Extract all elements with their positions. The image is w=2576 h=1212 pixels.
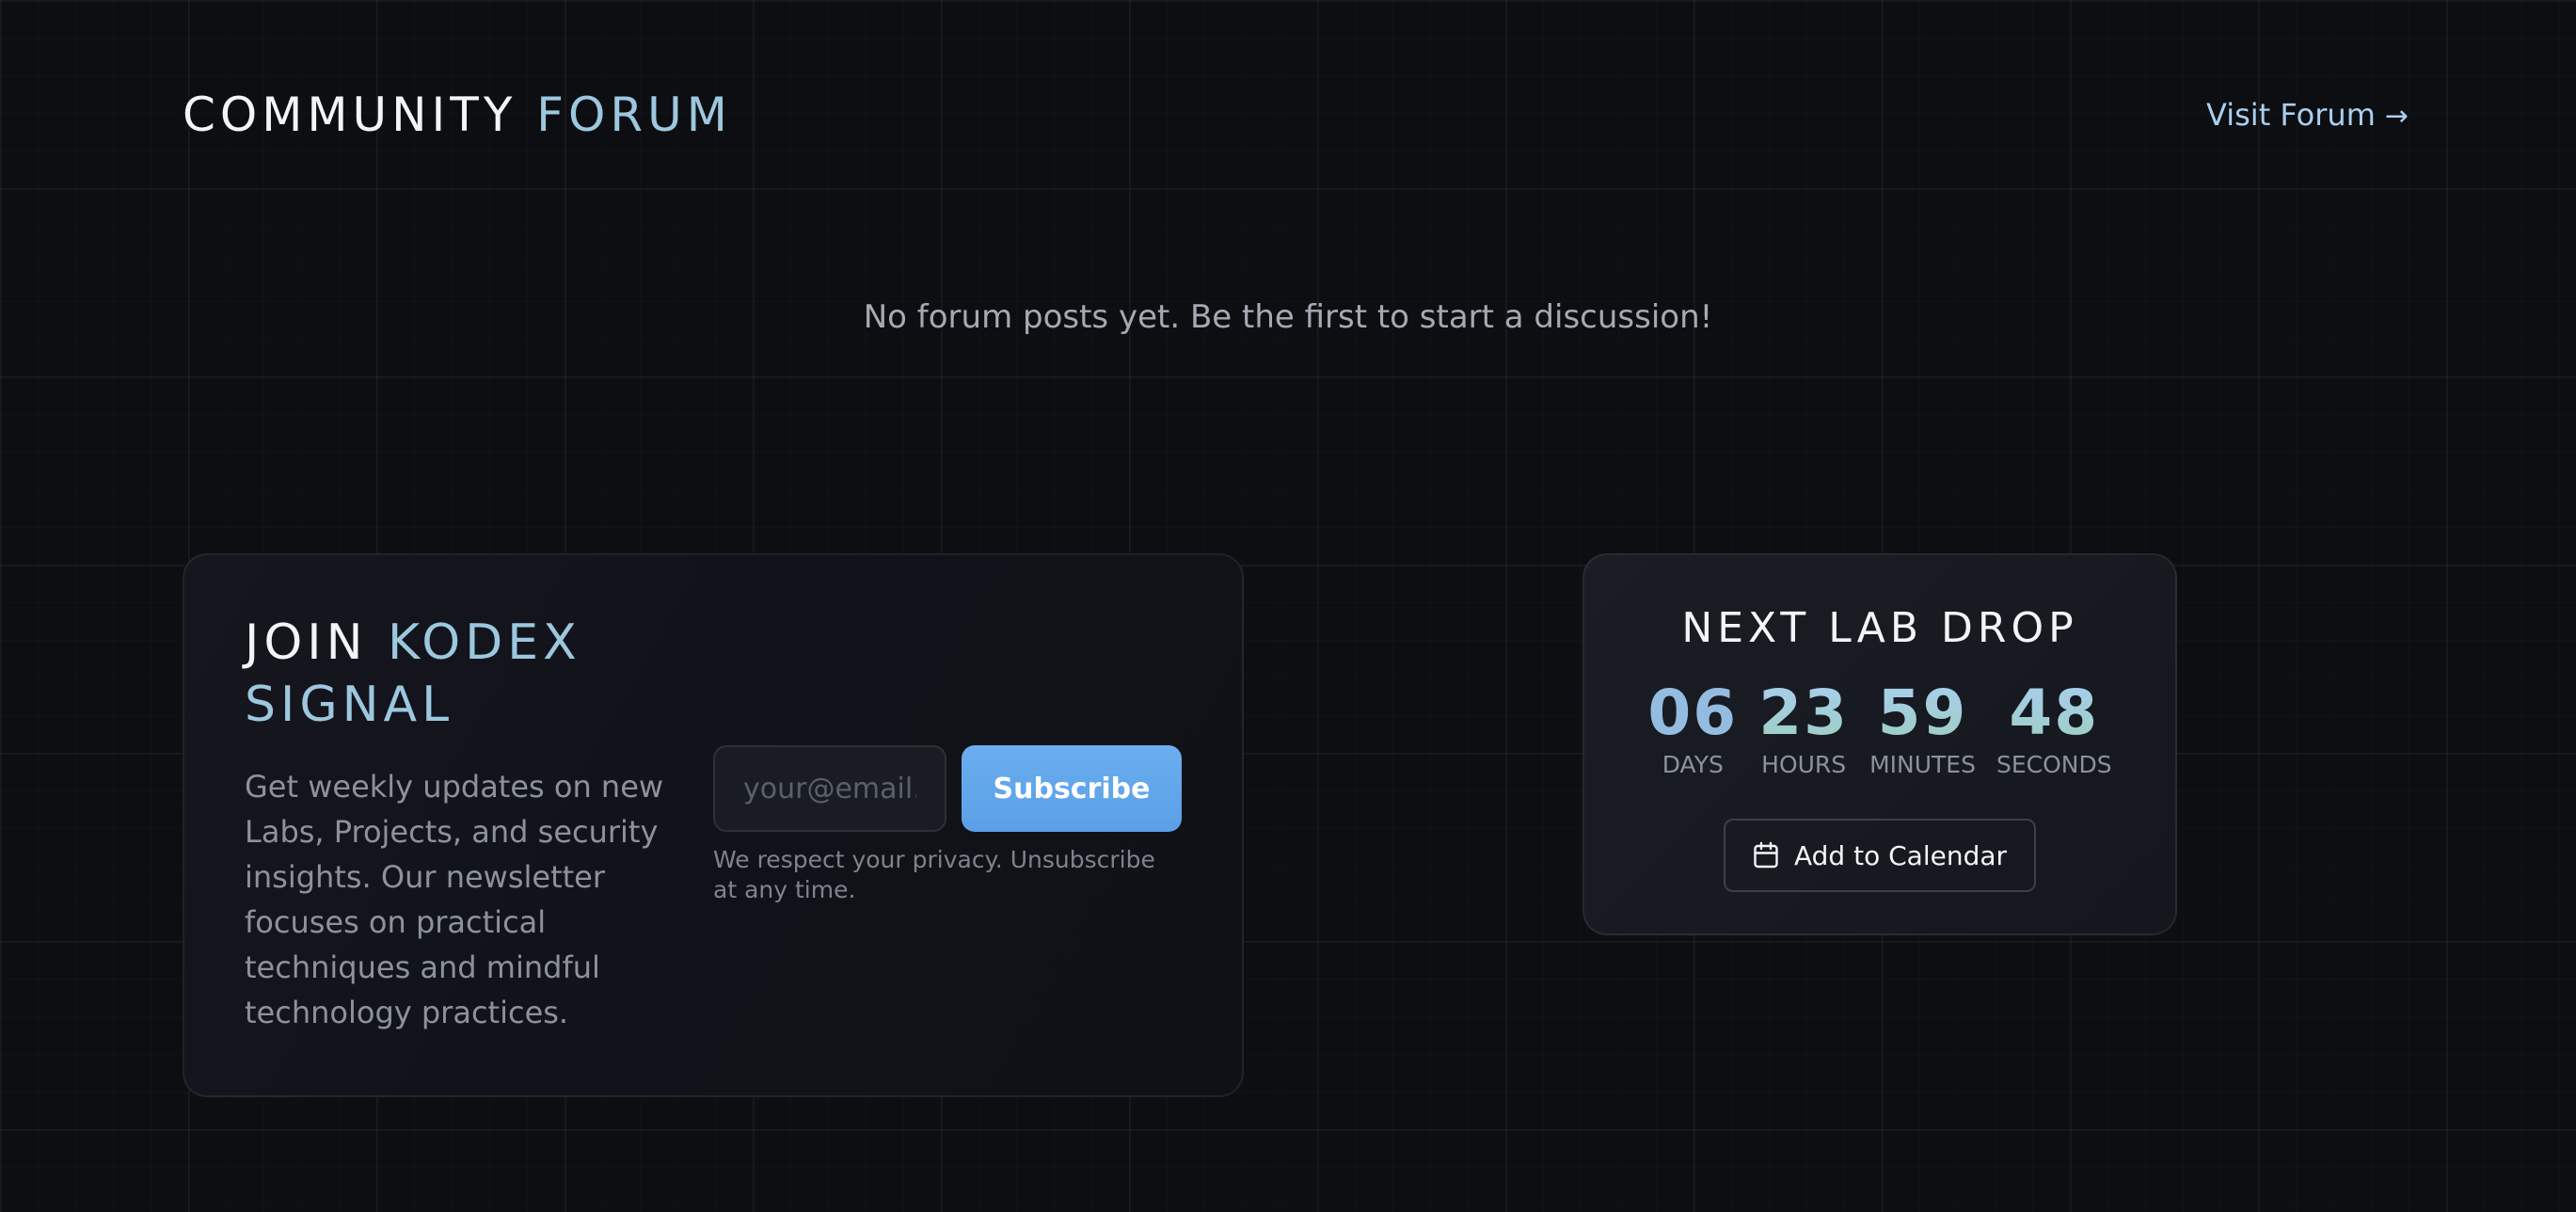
forum-empty-message: No forum posts yet. Be the first to star…: [863, 298, 1713, 336]
calendar-icon: [1753, 841, 1779, 869]
forum-title-main: COMMUNITY: [183, 88, 517, 142]
countdown-days: 06 DAYS: [1647, 678, 1738, 779]
countdown-seconds-value: 48: [2009, 677, 2100, 749]
countdown-minutes-label: MINUTES: [1869, 751, 1976, 778]
countdown-hours-label: HOURS: [1761, 751, 1847, 778]
countdown-days-value: 06: [1647, 677, 1739, 749]
countdown-seconds: 48 SECONDS: [1996, 678, 2112, 779]
countdown-hours: 23 HOURS: [1758, 678, 1849, 779]
visit-forum-label: Visit Forum: [2206, 97, 2376, 133]
lab-drop-title: NEXT LAB DROP: [1681, 604, 2078, 652]
countdown-minutes-value: 59: [1877, 677, 1968, 749]
countdown-seconds-label: SECONDS: [1996, 751, 2112, 778]
forum-title-accent: FORUM: [536, 88, 732, 142]
newsletter-title: JOIN KODEX SIGNAL: [245, 612, 640, 736]
arrow-right-icon: →: [2384, 100, 2409, 133]
privacy-note: We respect your privacy. Unsubscribe at …: [713, 846, 1155, 903]
newsletter-title-signal: SIGNAL: [245, 677, 454, 733]
email-input[interactable]: [713, 745, 946, 832]
countdown-minutes: 59 MINUTES: [1869, 678, 1976, 779]
countdown-timer: 06 DAYS 23 HOURS 59 MINUTES 48 SECONDS: [1584, 678, 2175, 779]
forum-section-title: COMMUNITY FORUM: [183, 87, 732, 143]
subscribe-button[interactable]: Subscribe: [962, 745, 1182, 832]
newsletter-title-kodex: KODEX: [388, 614, 581, 671]
add-to-calendar-label: Add to Calendar: [1793, 839, 2008, 871]
add-to-calendar-button[interactable]: Add to Calendar: [1724, 819, 2036, 892]
newsletter-description: Get weekly updates on new Labs, Projects…: [245, 769, 664, 1030]
countdown-hours-value: 23: [1758, 677, 1850, 749]
newsletter-card: JOIN KODEX SIGNAL Get weekly updates on …: [183, 553, 1244, 1097]
visit-forum-link[interactable]: Visit Forum →: [2206, 94, 2409, 137]
lab-drop-card: NEXT LAB DROP 06 DAYS 23 HOURS 59 MINUTE…: [1582, 553, 2177, 935]
newsletter-title-join: JOIN: [245, 614, 368, 671]
countdown-days-label: DAYS: [1662, 751, 1724, 778]
